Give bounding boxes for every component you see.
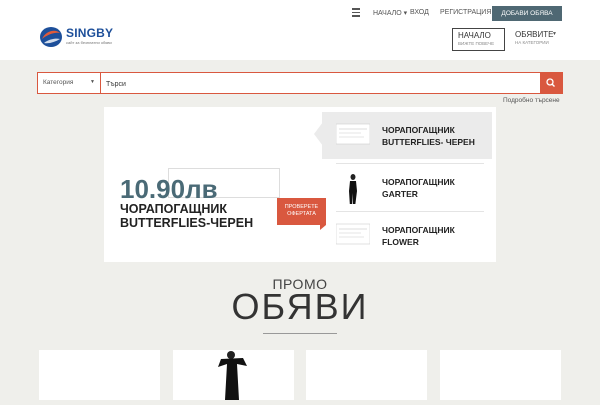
search-button[interactable]	[540, 73, 562, 93]
slider-thumb-label: ЧОРАПОГАЩНИК GARTER	[382, 177, 455, 199]
topnav-login[interactable]: ВХОД	[410, 9, 429, 16]
search-bar: Категория ▼	[37, 72, 563, 94]
logo-name: SINGBY	[66, 26, 114, 40]
card-image	[218, 351, 247, 400]
category-select[interactable]: Категория ▼	[38, 73, 101, 93]
slider-thumb-2[interactable]: ЧОРАПОГАЩНИК GARTER	[322, 164, 492, 211]
nav-box-home-subtitle: ВИЖТЕ ПОВЕЧЕ	[458, 41, 495, 46]
site-header: SINGBY сайт за безплатни обяви НАЧАЛО ▾ …	[0, 0, 600, 60]
search-icon	[546, 78, 555, 87]
nav-box-listings[interactable]: ОБЯВИТЕ ▼ НА КАТЕГОРИИ	[510, 28, 560, 49]
slider-thumb-label: ЧОРАПОГАЩНИК BUTTERFLIES- ЧЕРЕН	[382, 125, 475, 147]
check-offer-button[interactable]: ПРОВЕРЕТЕ ОФЕРТАТА	[277, 198, 326, 225]
logo-tagline: сайт за безплатни обяви	[66, 40, 112, 45]
advanced-search-link[interactable]: Подробно търсене	[503, 97, 560, 104]
nav-box-home[interactable]: НАЧАЛО ВИЖТЕ ПОВЕЧЕ	[452, 28, 505, 51]
nav-box-listings-subtitle: НА КАТЕГОРИИ	[515, 40, 549, 45]
nav-box-home-title: НАЧАЛО	[458, 31, 491, 40]
listing-card[interactable]	[440, 350, 561, 400]
add-listing-button[interactable]: ДОБАВИ ОБЯВА	[492, 6, 562, 21]
slider-thumb-3[interactable]: ЧОРАПОГАЩНИК FLOWER	[322, 212, 492, 259]
listing-card[interactable]	[306, 350, 427, 400]
listing-card[interactable]	[173, 350, 294, 400]
topnav-register[interactable]: РЕГИСТРАЦИЯ	[440, 9, 491, 16]
active-pointer	[314, 122, 323, 146]
site-logo[interactable]: SINGBY сайт за безплатни обяви	[38, 24, 114, 50]
nav-box-listings-title: ОБЯВИТЕ	[515, 30, 554, 39]
topnav-home[interactable]: НАЧАЛО ▾	[373, 9, 407, 17]
logo-mark-icon	[40, 27, 62, 47]
chevron-down-icon: ▼	[552, 31, 557, 37]
slider-thumb-1[interactable]: ЧОРАПОГАЩНИК BUTTERFLIES- ЧЕРЕН	[314, 112, 492, 159]
chevron-down-icon: ▼	[90, 79, 95, 85]
category-select-label: Категория	[43, 79, 74, 86]
hamburger-menu-icon[interactable]	[352, 8, 360, 17]
thumb-image	[349, 174, 357, 204]
divider	[263, 333, 337, 334]
featured-title[interactable]: ЧОРАПОГАЩНИК BUTTERFLIES-ЧЕРЕН	[120, 202, 260, 230]
thumb-image	[336, 123, 370, 145]
featured-price: 10.90лв	[120, 174, 218, 204]
thumb-image	[336, 223, 370, 245]
slider-thumb-label: ЧОРАПОГАЩНИК FLOWER	[382, 225, 455, 247]
search-input[interactable]	[102, 74, 546, 94]
promo-title: ОБЯВИ	[231, 286, 369, 327]
listing-card[interactable]	[39, 350, 160, 400]
